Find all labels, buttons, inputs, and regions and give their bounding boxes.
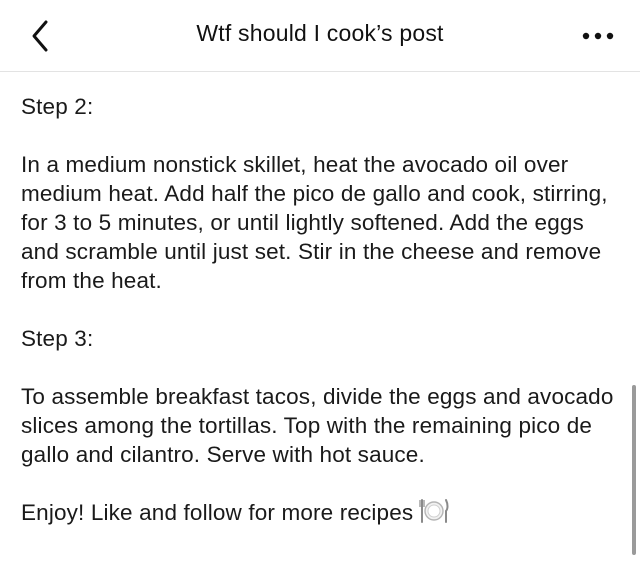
page-title: Wtf should I cook’s post	[196, 20, 444, 46]
top-navigation-bar: Wtf should I cook’s post	[0, 0, 640, 72]
closing-text: Enjoy! Like and follow for more recipes	[21, 500, 414, 525]
more-horizontal-icon	[578, 32, 618, 54]
closing-line: Enjoy! Like and follow for more recipes	[21, 498, 621, 531]
post-body: Step 2: In a medium nonstick skillet, he…	[21, 92, 621, 531]
step-3-heading: Step 3:	[21, 326, 94, 351]
step-2-text: In a medium nonstick skillet, heat the a…	[21, 152, 615, 293]
more-options-button[interactable]	[578, 22, 618, 50]
step-3-text: To assemble breakfast tacos, divide the …	[21, 384, 620, 467]
scrollbar[interactable]	[632, 385, 636, 555]
step-2-heading: Step 2:	[21, 94, 94, 119]
fork-knife-plate-icon	[419, 498, 449, 531]
